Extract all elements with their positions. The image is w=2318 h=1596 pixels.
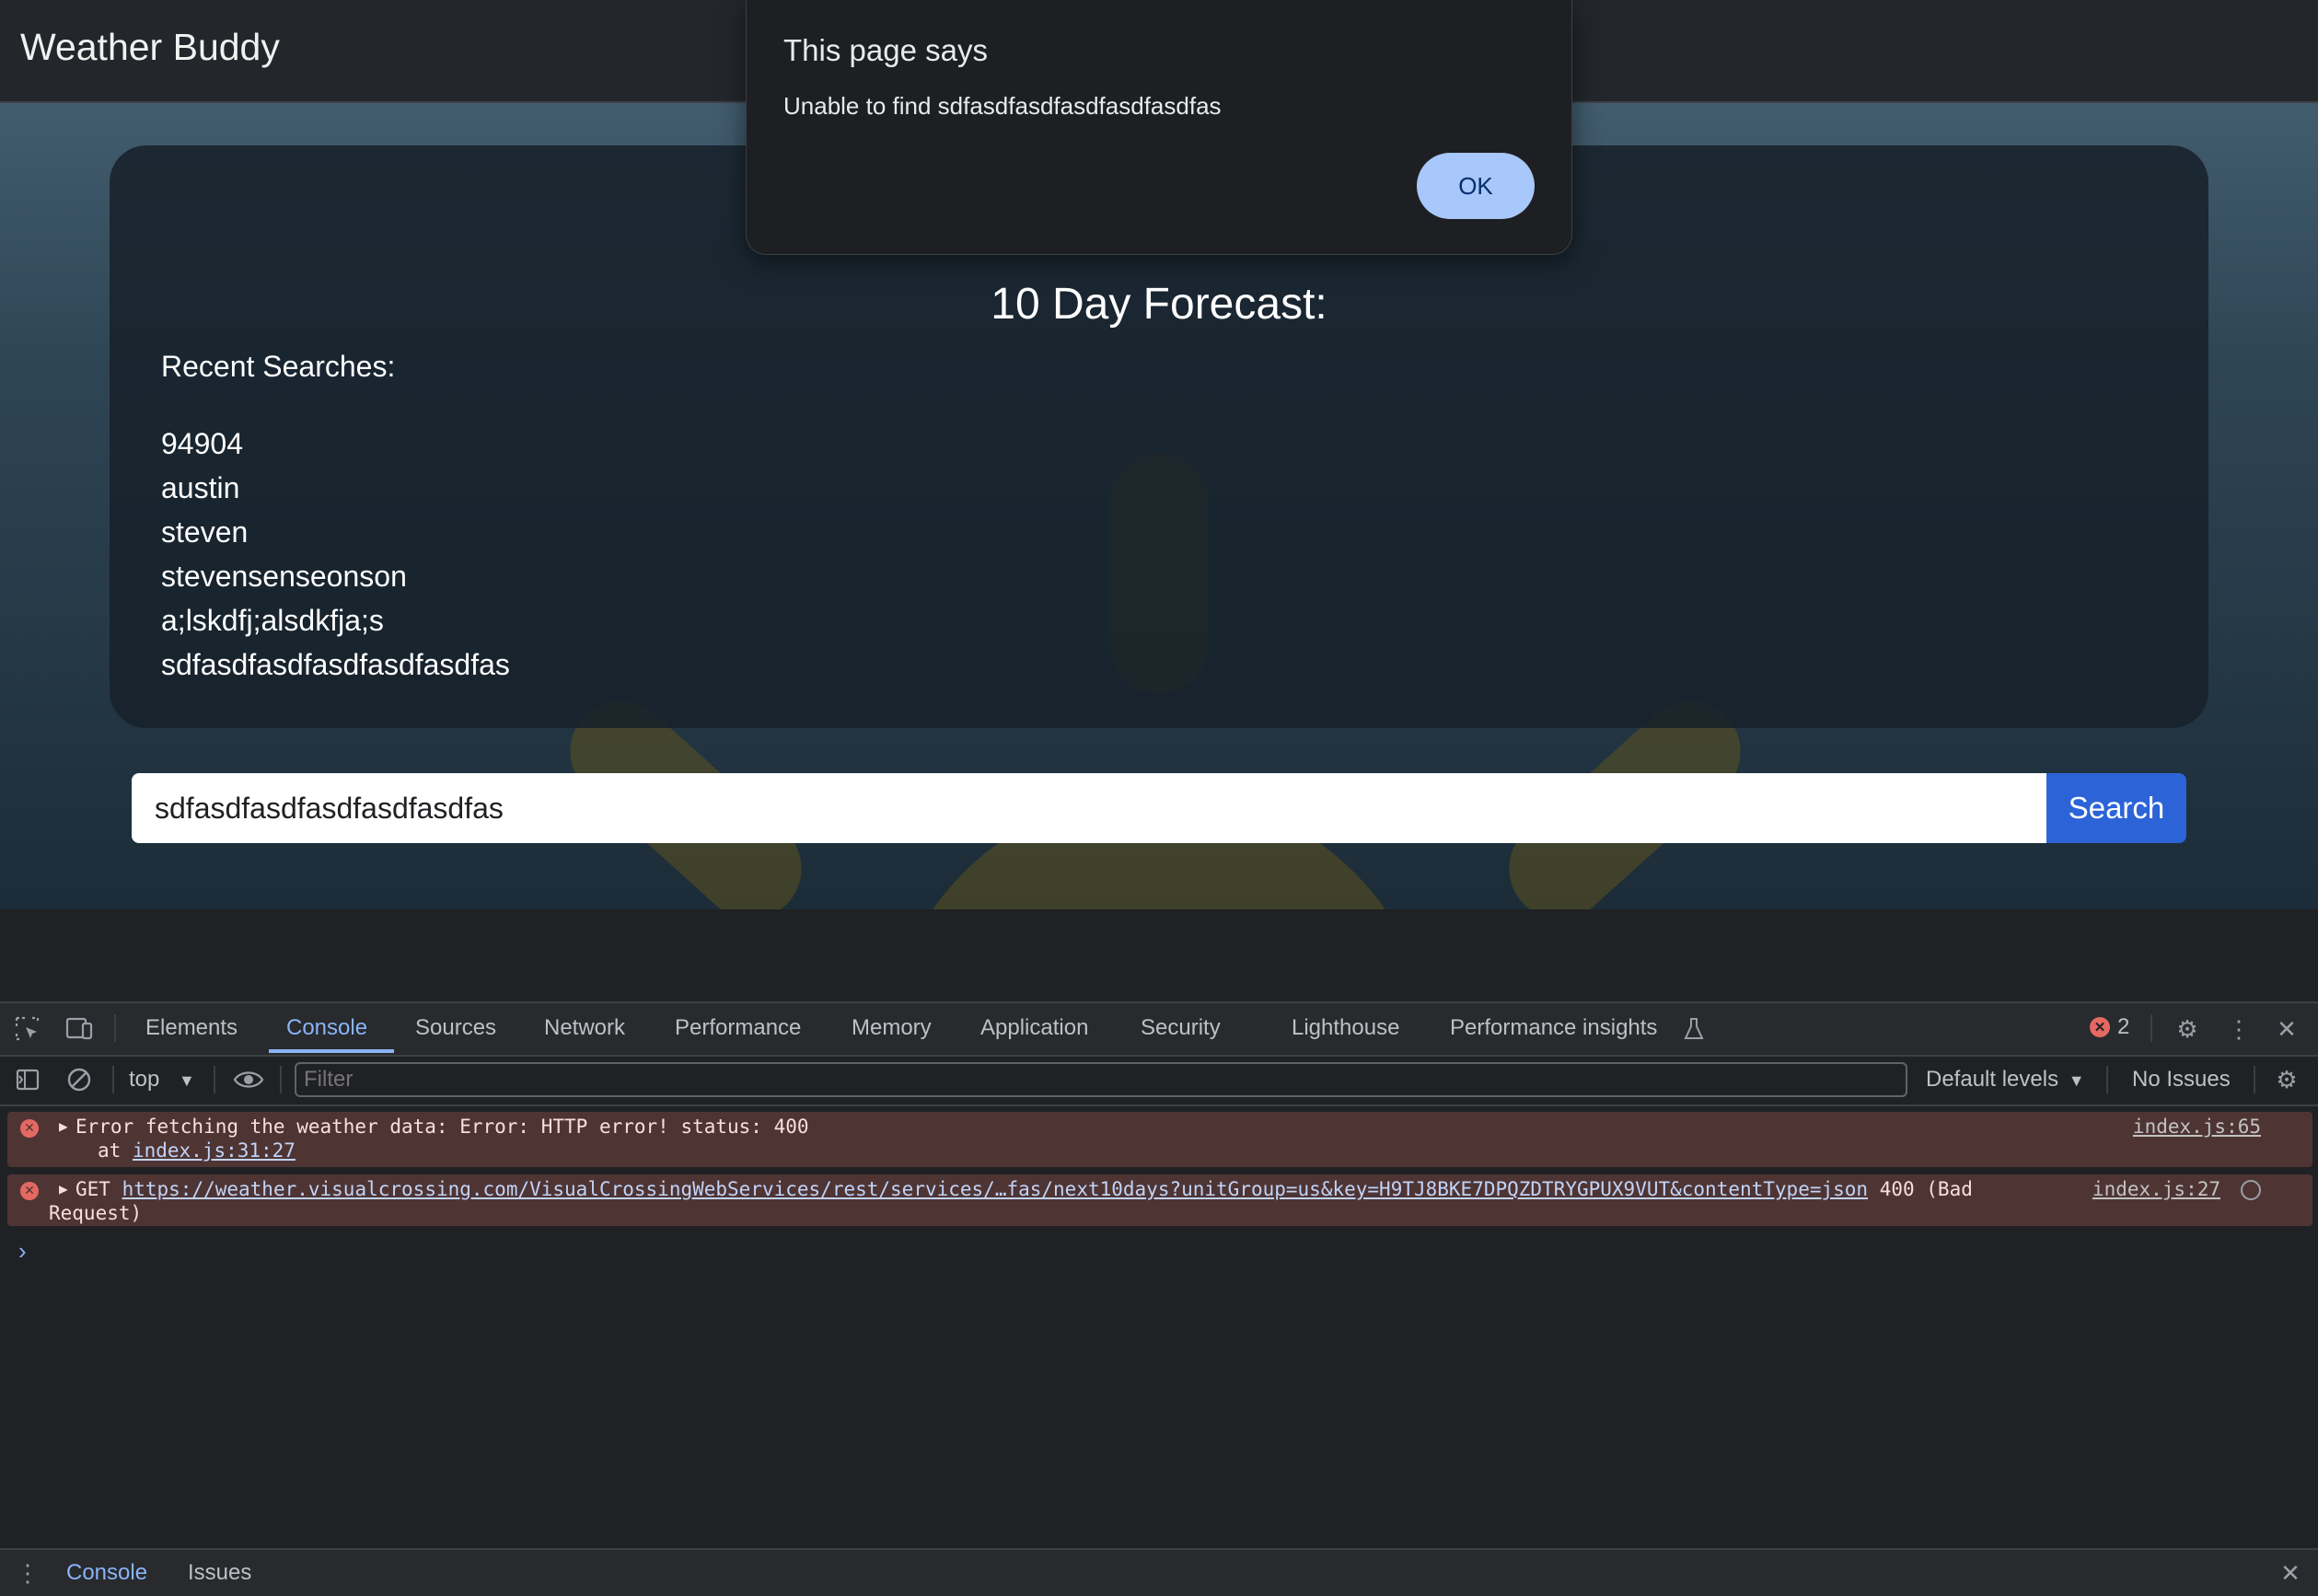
inspect-element-icon[interactable]: [9, 1011, 46, 1047]
toolbar-divider: [214, 1066, 215, 1093]
toolbar-divider: [112, 1066, 114, 1093]
live-expression-eye-icon[interactable]: [230, 1061, 267, 1098]
tab-application[interactable]: Application: [980, 1003, 1088, 1053]
tab-lighthouse[interactable]: Lighthouse: [1292, 1003, 1399, 1053]
dropdown-arrow-icon: ▼: [179, 1071, 195, 1090]
stack-at-prefix: at: [98, 1139, 133, 1162]
search-input[interactable]: [132, 773, 2046, 843]
recent-search-item[interactable]: austin: [161, 466, 510, 510]
device-toolbar-icon[interactable]: [61, 1011, 98, 1047]
error-icon: ✕: [20, 1182, 39, 1200]
tab-memory[interactable]: Memory: [852, 1003, 932, 1053]
console-prompt-chevron-icon[interactable]: ›: [18, 1237, 27, 1266]
tab-network[interactable]: Network: [544, 1003, 625, 1053]
message-source-link[interactable]: index.js:27: [2092, 1178, 2220, 1200]
request-url-link[interactable]: https://weather.visualcrossing.com/Visua…: [122, 1178, 1868, 1200]
tab-console[interactable]: Console: [286, 1003, 367, 1053]
more-options-icon[interactable]: ⋮: [2220, 1011, 2257, 1047]
log-levels-dropdown[interactable]: Default levels ▼: [1926, 1055, 2085, 1104]
recent-search-item[interactable]: a;lskdfj;alsdkfja;s: [161, 598, 510, 642]
issues-status[interactable]: No Issues: [2132, 1055, 2231, 1104]
clear-console-icon[interactable]: [61, 1061, 98, 1098]
dialog-message: Unable to find sdfasdfasdfasdfasdfasdfas: [783, 92, 1222, 120]
devtools-tab-bar: Elements Console Sources Network Perform…: [0, 1001, 2318, 1057]
console-error-message[interactable]: ✕ ▶ Error fetching the weather data: Err…: [7, 1112, 2312, 1167]
tab-performance[interactable]: Performance: [675, 1003, 801, 1053]
request-status: 400 (Bad: [1879, 1178, 1973, 1200]
recent-search-item[interactable]: steven: [161, 510, 510, 554]
ok-button[interactable]: OK: [1417, 153, 1535, 219]
recent-searches-list: 94904 austin steven stevensenseonson a;l…: [161, 422, 510, 687]
console-filter-input[interactable]: [295, 1062, 1907, 1097]
recent-search-item[interactable]: 94904: [161, 422, 510, 466]
toolbar-divider: [2254, 1066, 2255, 1093]
levels-label: Default levels: [1926, 1067, 2059, 1092]
sidebar-toggle-icon[interactable]: [9, 1061, 46, 1098]
drawer-tab-issues[interactable]: Issues: [188, 1550, 251, 1596]
recent-searches-label: Recent Searches:: [161, 350, 396, 383]
experiment-flask-icon: [1675, 1011, 1712, 1047]
request-status-continued: Request): [49, 1202, 143, 1224]
close-drawer-icon[interactable]: ✕: [2272, 1555, 2309, 1591]
drawer-menu-icon[interactable]: ⋮: [9, 1555, 46, 1591]
recent-search-item[interactable]: stevensenseonson: [161, 554, 510, 598]
search-form: Search: [132, 773, 2186, 843]
forecast-title: 10 Day Forecast:: [991, 280, 1327, 329]
settings-gear-icon[interactable]: ⚙: [2169, 1011, 2206, 1047]
error-text: Error fetching the weather data: Error: …: [75, 1116, 809, 1138]
console-settings-gear-icon[interactable]: ⚙: [2268, 1061, 2305, 1098]
toolbar-divider: [2150, 1014, 2152, 1042]
app-title: Weather Buddy: [20, 26, 280, 68]
tab-elements[interactable]: Elements: [145, 1003, 238, 1053]
recent-search-item[interactable]: sdfasdfasdfasdfasdfasdfas: [161, 642, 510, 687]
context-selector[interactable]: top ▼: [129, 1055, 195, 1104]
toolbar-divider: [114, 1014, 116, 1042]
search-button[interactable]: Search: [2046, 773, 2186, 843]
stack-trace-line: at index.js:31:27: [98, 1139, 296, 1162]
active-tab-indicator: [269, 1049, 394, 1053]
toolbar-divider: [280, 1066, 282, 1093]
alert-dialog: This page says Unable to find sdfasdfasd…: [746, 0, 1572, 255]
drawer-tab-console[interactable]: Console: [66, 1550, 147, 1596]
console-toolbar: top ▼ Default levels ▼ No Issues ⚙: [0, 1055, 2318, 1106]
expand-triangle-icon[interactable]: ▶: [59, 1117, 68, 1135]
error-counter[interactable]: ✕ 2: [2090, 1014, 2129, 1040]
error-icon: ✕: [20, 1119, 39, 1138]
tab-security[interactable]: Security: [1141, 1003, 1221, 1053]
stack-source-link[interactable]: index.js:31:27: [133, 1139, 296, 1162]
error-icon: ✕: [2090, 1017, 2110, 1037]
dropdown-arrow-icon: ▼: [2068, 1071, 2085, 1090]
request-method: GET: [75, 1178, 110, 1200]
console-network-error-message[interactable]: ✕ ▶ GET https://weather.visualcrossing.c…: [7, 1174, 2312, 1226]
tab-performance-insights[interactable]: Performance insights: [1450, 1003, 1657, 1053]
context-value: top: [129, 1067, 160, 1092]
message-source-link[interactable]: index.js:65: [2133, 1116, 2261, 1138]
close-devtools-icon[interactable]: ✕: [2268, 1011, 2305, 1047]
devtools-drawer: ⋮ Console Issues ✕: [0, 1548, 2318, 1596]
tab-sources[interactable]: Sources: [415, 1003, 496, 1053]
dialog-title: This page says: [783, 33, 988, 67]
network-request-icon[interactable]: [2241, 1180, 2261, 1200]
toolbar-divider: [2106, 1066, 2108, 1093]
request-line: GET https://weather.visualcrossing.com/V…: [75, 1178, 1973, 1200]
expand-triangle-icon[interactable]: ▶: [59, 1180, 68, 1197]
error-count: 2: [2117, 1014, 2130, 1039]
devtools-panel: Elements Console Sources Network Perform…: [0, 1001, 2318, 1596]
